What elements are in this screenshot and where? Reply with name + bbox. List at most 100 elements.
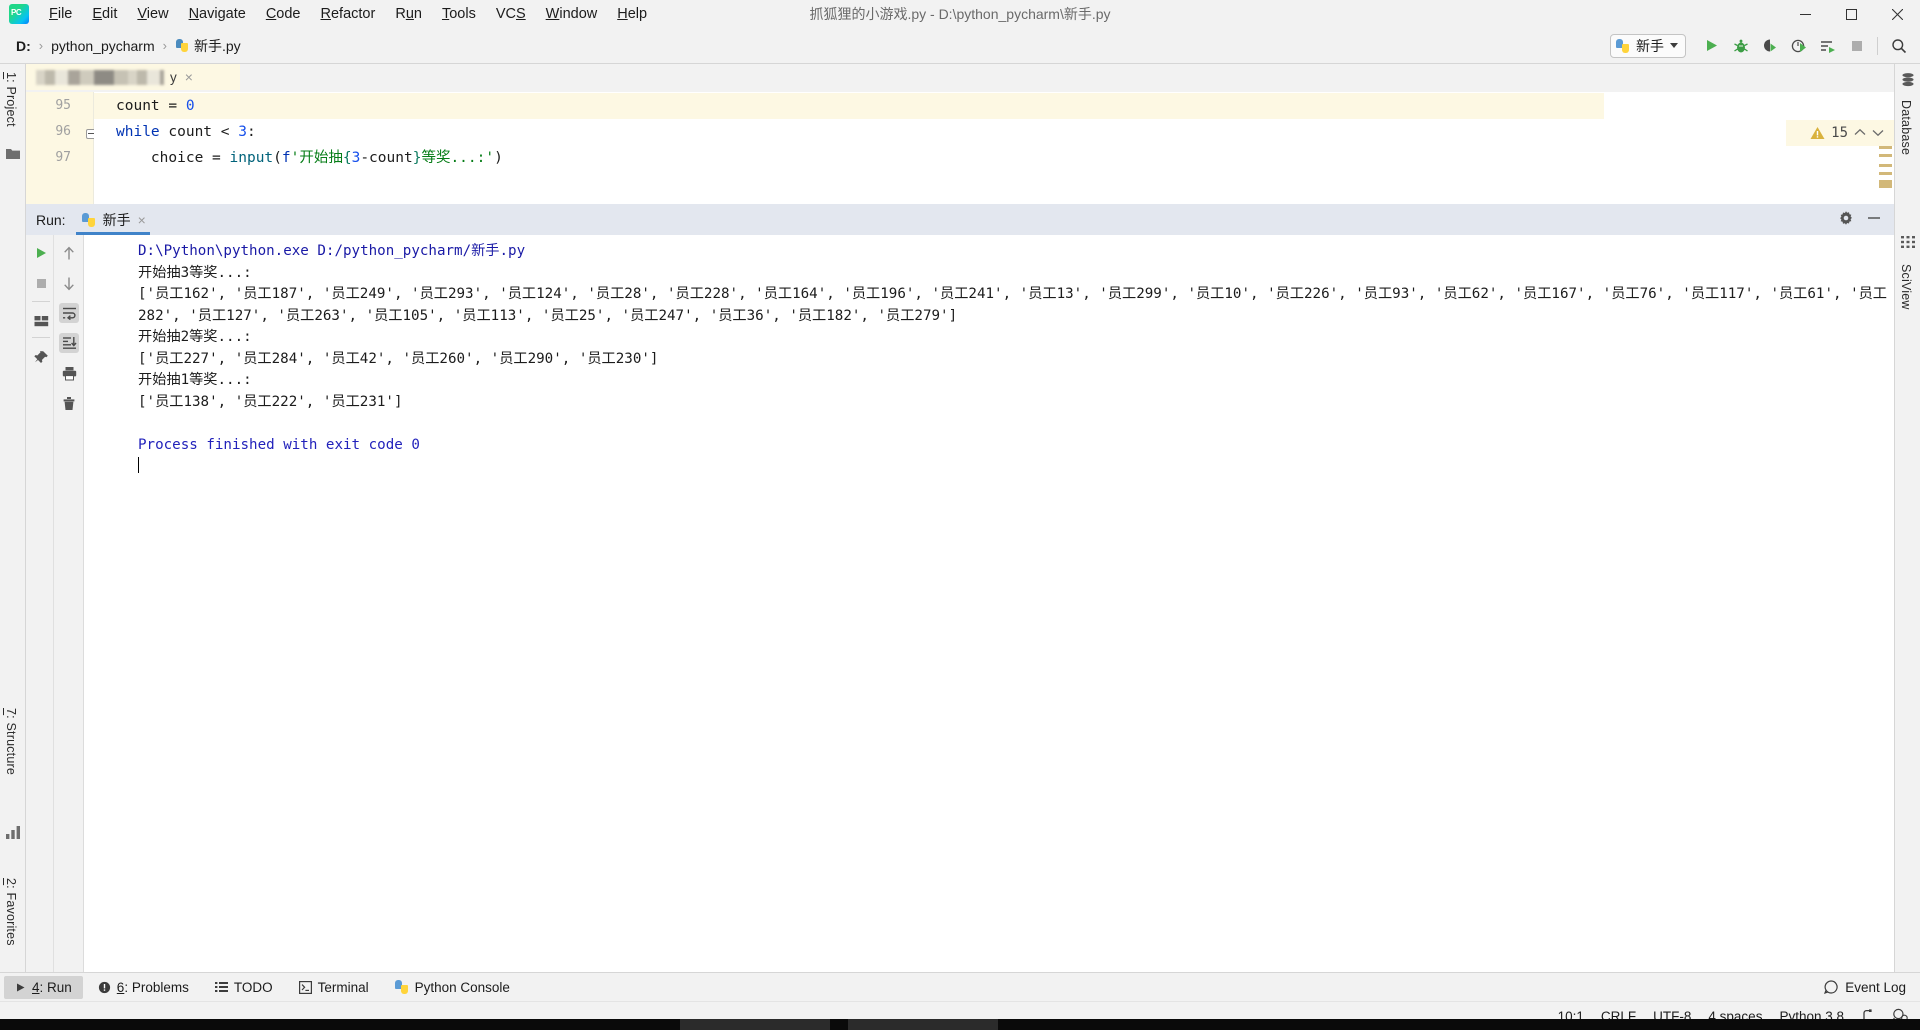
bottom-tab-run-label: 4: Run — [32, 979, 72, 995]
run-header-actions — [1838, 210, 1894, 229]
sidebar-item-database[interactable]: Database — [1899, 96, 1913, 159]
close-tab-icon[interactable]: × — [185, 70, 193, 84]
event-log-button[interactable]: Event Log — [1845, 980, 1906, 995]
previous-occurrence-button[interactable] — [59, 243, 79, 263]
run-button[interactable] — [1698, 32, 1725, 59]
bottom-tab-todo[interactable]: TODO — [204, 976, 284, 999]
layout-button[interactable] — [31, 311, 51, 331]
code-line-96[interactable]: while count < 3: — [116, 119, 256, 145]
run-configuration-name: 新手 — [1636, 37, 1664, 54]
structure-icon[interactable] — [5, 824, 21, 840]
search-everywhere-button[interactable] — [1885, 32, 1912, 59]
bottom-tab-python-console[interactable]: Python Console — [384, 976, 521, 999]
editor-tab[interactable]: y × — [26, 64, 240, 92]
run-console-output[interactable]: D:\Python\python.exe D:/python_pycharm/新… — [85, 235, 1894, 972]
console-command-line[interactable]: D:\Python\python.exe D:/python_pycharm/新… — [138, 243, 525, 259]
sciview-grid-icon[interactable] — [1900, 234, 1916, 250]
run-triangle-icon — [17, 983, 25, 991]
inspection-widget[interactable]: 15 — [1786, 120, 1894, 146]
breadcrumb-project[interactable]: python_pycharm — [47, 36, 159, 56]
close-run-tab-icon[interactable]: × — [138, 213, 146, 227]
menu-vcs[interactable]: VCS — [486, 1, 536, 27]
breadcrumb-drive[interactable]: D: — [12, 36, 35, 56]
stop-button[interactable] — [1843, 32, 1870, 59]
project-folder-icon[interactable] — [5, 146, 21, 162]
gear-icon[interactable] — [1838, 210, 1854, 229]
taskbar-item[interactable] — [848, 1019, 998, 1030]
breadcrumb-file[interactable]: 新手.py — [171, 34, 245, 58]
bottom-tab-problems[interactable]: 6: Problems — [87, 976, 200, 999]
left-tool-strip: 1: Project 7: Structure 2: Favorites — [0, 64, 26, 1021]
menu-code[interactable]: Code — [256, 1, 311, 27]
sidebar-item-structure[interactable]: 7: Structure — [4, 704, 18, 779]
python-file-icon — [175, 38, 190, 54]
problems-icon — [98, 981, 110, 993]
console-prize2-header: 开始抽2等奖...: — [138, 329, 252, 345]
python-icon — [1616, 38, 1630, 53]
window-controls — [1782, 0, 1920, 28]
bottom-tab-python-console-label: Python Console — [414, 979, 510, 995]
run-with-coverage-button[interactable] — [1756, 32, 1783, 59]
hide-icon[interactable] — [1866, 210, 1882, 229]
breadcrumb-separator-1: › — [38, 38, 44, 53]
run-label: Run: — [36, 211, 66, 228]
pin-button[interactable] — [31, 347, 51, 367]
next-occurrence-button[interactable] — [59, 273, 79, 293]
stripe-mark — [1879, 154, 1892, 157]
clear-all-button[interactable] — [59, 393, 79, 413]
pycharm-window: FFileile Edit View Navigate Code Refacto… — [0, 0, 1920, 1030]
database-icon[interactable] — [1900, 72, 1916, 88]
run-tests-button[interactable] — [1814, 32, 1841, 59]
breadcrumb: D: › python_pycharm › 新手.py — [12, 34, 245, 58]
sidebar-item-project[interactable]: 1: Project — [4, 68, 18, 131]
stripe-mark — [1879, 146, 1892, 149]
code-editor[interactable]: count = 0 while count < 3: choice = inpu… — [94, 92, 1894, 204]
menu-window[interactable]: Window — [536, 1, 608, 27]
menu-view[interactable]: View — [127, 1, 178, 27]
close-button[interactable] — [1874, 0, 1920, 28]
soft-wrap-button[interactable] — [59, 303, 79, 323]
event-log-icon — [1824, 980, 1838, 994]
code-line-95[interactable]: count = 0 — [94, 93, 1604, 119]
pycharm-logo-icon — [9, 4, 29, 24]
next-highlight-icon[interactable] — [1872, 126, 1884, 141]
sidebar-item-sciview[interactable]: SciView — [1899, 260, 1913, 314]
print-button[interactable] — [59, 363, 79, 383]
console-prize1-header: 开始抽1等奖...: — [138, 372, 252, 388]
bottom-tab-terminal-label: Terminal — [317, 979, 369, 995]
menu-navigate[interactable]: Navigate — [179, 1, 256, 27]
bottom-tab-terminal[interactable]: Terminal — [288, 976, 380, 999]
run-configuration-selector[interactable]: 新手 — [1610, 33, 1686, 58]
scroll-to-end-button[interactable] — [59, 333, 79, 353]
line-number: 96 — [55, 124, 71, 139]
code-line-97[interactable]: choice = input(f'开始抽{3-count}等奖...:') — [116, 145, 503, 171]
stripe-mark — [1879, 164, 1892, 167]
python-icon — [81, 212, 96, 227]
minimize-button[interactable] — [1782, 0, 1828, 28]
sidebar-item-favorites[interactable]: 2: Favorites — [4, 874, 18, 950]
menu-refactor[interactable]: Refactor — [311, 1, 386, 27]
menu-tools[interactable]: Tools — [432, 1, 486, 27]
rerun-button[interactable] — [31, 243, 51, 263]
maximize-button[interactable] — [1828, 0, 1874, 28]
redacted-tab-name — [36, 69, 164, 85]
menu-file[interactable]: FFileile — [39, 1, 82, 27]
run-tab-新手[interactable]: 新手 × — [70, 204, 156, 235]
run-actions-toolbar — [26, 235, 54, 972]
menu-edit[interactable]: Edit — [82, 1, 127, 27]
previous-highlight-icon[interactable] — [1854, 126, 1866, 141]
console-prize1-list: ['员工138', '员工222', '员工231'] — [138, 393, 403, 410]
menu-help[interactable]: Help — [607, 1, 657, 27]
toolbar-separator — [32, 301, 50, 302]
console-caret — [138, 457, 139, 473]
bottom-tab-run[interactable]: 4: Run — [4, 975, 83, 999]
debug-button[interactable] — [1727, 32, 1754, 59]
menu-run[interactable]: Run — [385, 1, 432, 27]
stop-process-button[interactable] — [31, 273, 51, 293]
breadcrumb-file-label: 新手.py — [193, 37, 241, 54]
taskbar-item[interactable] — [680, 1019, 830, 1030]
stripe-mark — [1879, 180, 1892, 188]
profile-button[interactable] — [1785, 32, 1812, 59]
line-number: 97 — [55, 150, 71, 165]
bottom-tool-bar: 4: Run 6: Problems TODO Terminal Python … — [0, 972, 1920, 1001]
